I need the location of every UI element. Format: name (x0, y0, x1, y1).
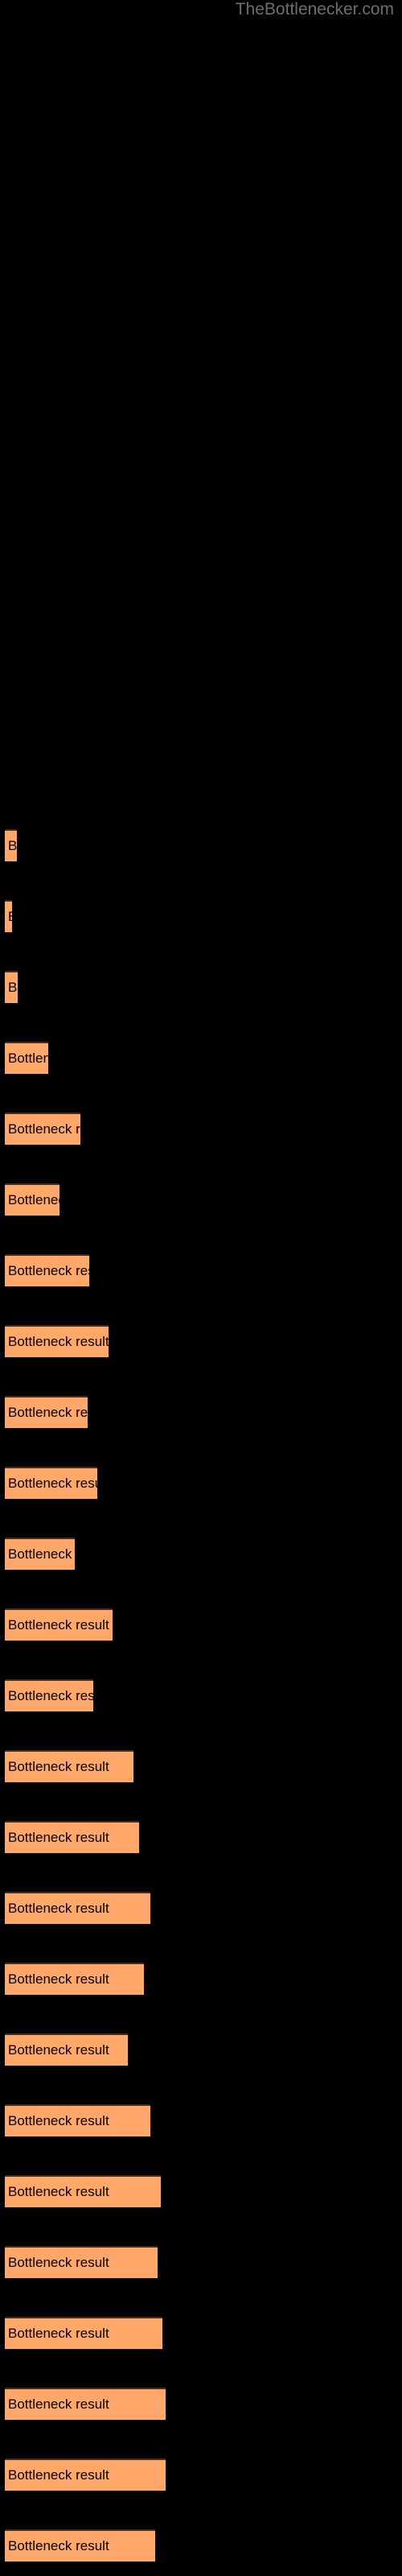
bar-row: Bottleneck result (0, 2246, 402, 2280)
bar-label: Bottleneck result (8, 1476, 97, 1491)
bar-label: Bottleneck result (8, 838, 17, 853)
bar-label: Bottleneck result (8, 2255, 109, 2270)
bar-label: Bottleneck result (8, 1192, 59, 1208)
bar-row: Bottleneck result (0, 971, 402, 1005)
chart-bar: Bottleneck result (5, 1679, 93, 1711)
chart-bar: Bottleneck result (5, 1821, 139, 1853)
chart-bar: Bottleneck result (5, 1467, 97, 1499)
bar-label: Bottleneck result (8, 1901, 109, 1916)
bar-row: Bottleneck result (0, 2458, 402, 2492)
bar-label: Bottleneck result (8, 2467, 109, 2483)
chart-bar: Bottleneck result (5, 1963, 144, 1995)
bar-row: Bottleneck result (0, 2388, 402, 2421)
chart-bar: Bottleneck result (5, 2388, 166, 2420)
chart-bar: Bottleneck result (5, 1325, 109, 1357)
bar-label: Bottleneck result (8, 1334, 109, 1349)
bar-row: Bottleneck result (0, 2175, 402, 2209)
bar-label: Bottleneck result (8, 1617, 109, 1633)
chart-bar: Bottleneck result (5, 1042, 48, 1074)
chart-bar: Bottleneck result (5, 971, 18, 1003)
bar-row: Bottleneck result (0, 1750, 402, 1784)
bar-label: Bottleneck result (8, 1546, 75, 1562)
chart-bar: Bottleneck result (5, 829, 17, 861)
bar-label: Bottleneck result (8, 1688, 93, 1703)
bar-row: Bottleneck result (0, 1113, 402, 1146)
bar-row: Bottleneck result (0, 1963, 402, 1996)
bar-row: Bottleneck result (0, 2529, 402, 2563)
bar-row: Bottleneck result (0, 1538, 402, 1571)
bar-row: Bottleneck result (0, 2033, 402, 2067)
bar-label: Bottleneck result (8, 2113, 109, 2128)
chart-bar: Bottleneck result (5, 2104, 150, 2136)
bar-label: Bottleneck result (8, 1121, 80, 1137)
bar-label: Bottleneck result (8, 2396, 109, 2412)
bar-row: Bottleneck result (0, 1821, 402, 1855)
bar-label: Bottleneck result (8, 1405, 88, 1420)
chart-bar: Bottleneck result (5, 2317, 162, 2349)
bar-row: Bottleneck result (0, 1892, 402, 1926)
chart-bar: Bottleneck result (5, 1113, 80, 1145)
bar-label: Bottleneck result (8, 2538, 109, 2553)
chart-bar: Bottleneck result (5, 1396, 88, 1428)
chart-bar: Bottleneck result (5, 1608, 113, 1641)
bar-row: Bottleneck result (0, 1042, 402, 1075)
chart-bar: Bottleneck result (5, 1254, 89, 1286)
bar-label: Bottleneck result (8, 1051, 48, 1066)
bar-label: Bottleneck result (8, 980, 18, 995)
bar-label: Bottleneck result (8, 1830, 109, 1845)
chart-bar: Bottleneck result (5, 900, 12, 932)
chart-bar: Bottleneck result (5, 1892, 150, 1924)
bar-label: Bottleneck result (8, 2042, 109, 2058)
bar-row: Bottleneck result (0, 2104, 402, 2138)
bar-label: Bottleneck result (8, 1759, 109, 1774)
chart-bar: Bottleneck result (5, 2175, 161, 2207)
bar-row: Bottleneck result (0, 1467, 402, 1501)
chart-bar: Bottleneck result (5, 1750, 133, 1782)
bar-label: Bottleneck result (8, 1971, 109, 1987)
bar-row: Bottleneck result (0, 1608, 402, 1642)
bar-label: Bottleneck result (8, 1263, 89, 1278)
chart-bar: Bottleneck result (5, 2529, 155, 2562)
chart-bar: Bottleneck result (5, 2458, 166, 2491)
bar-label: Bottleneck result (8, 2184, 109, 2199)
bar-label: Bottleneck result (8, 910, 12, 924)
bar-row: Bottleneck result (0, 1183, 402, 1217)
bar-row: Bottleneck result (0, 900, 402, 934)
chart-bar: Bottleneck result (5, 1183, 59, 1216)
bar-row: Bottleneck result (0, 1254, 402, 1288)
chart-bar: Bottleneck result (5, 2246, 158, 2278)
bar-row: Bottleneck result (0, 829, 402, 863)
bottleneck-bar-chart: Bottleneck result Bottleneck result Bottle… (0, 0, 402, 2576)
chart-bar: Bottleneck result (5, 2033, 128, 2066)
bar-row: Bottleneck result (0, 1325, 402, 1359)
bar-row: Bottleneck result (0, 1679, 402, 1713)
bar-row: Bottleneck result (0, 1396, 402, 1430)
bar-row: Bottleneck result (0, 2317, 402, 2351)
chart-bar: Bottleneck result (5, 1538, 75, 1570)
bar-label: Bottleneck result (8, 2326, 109, 2341)
